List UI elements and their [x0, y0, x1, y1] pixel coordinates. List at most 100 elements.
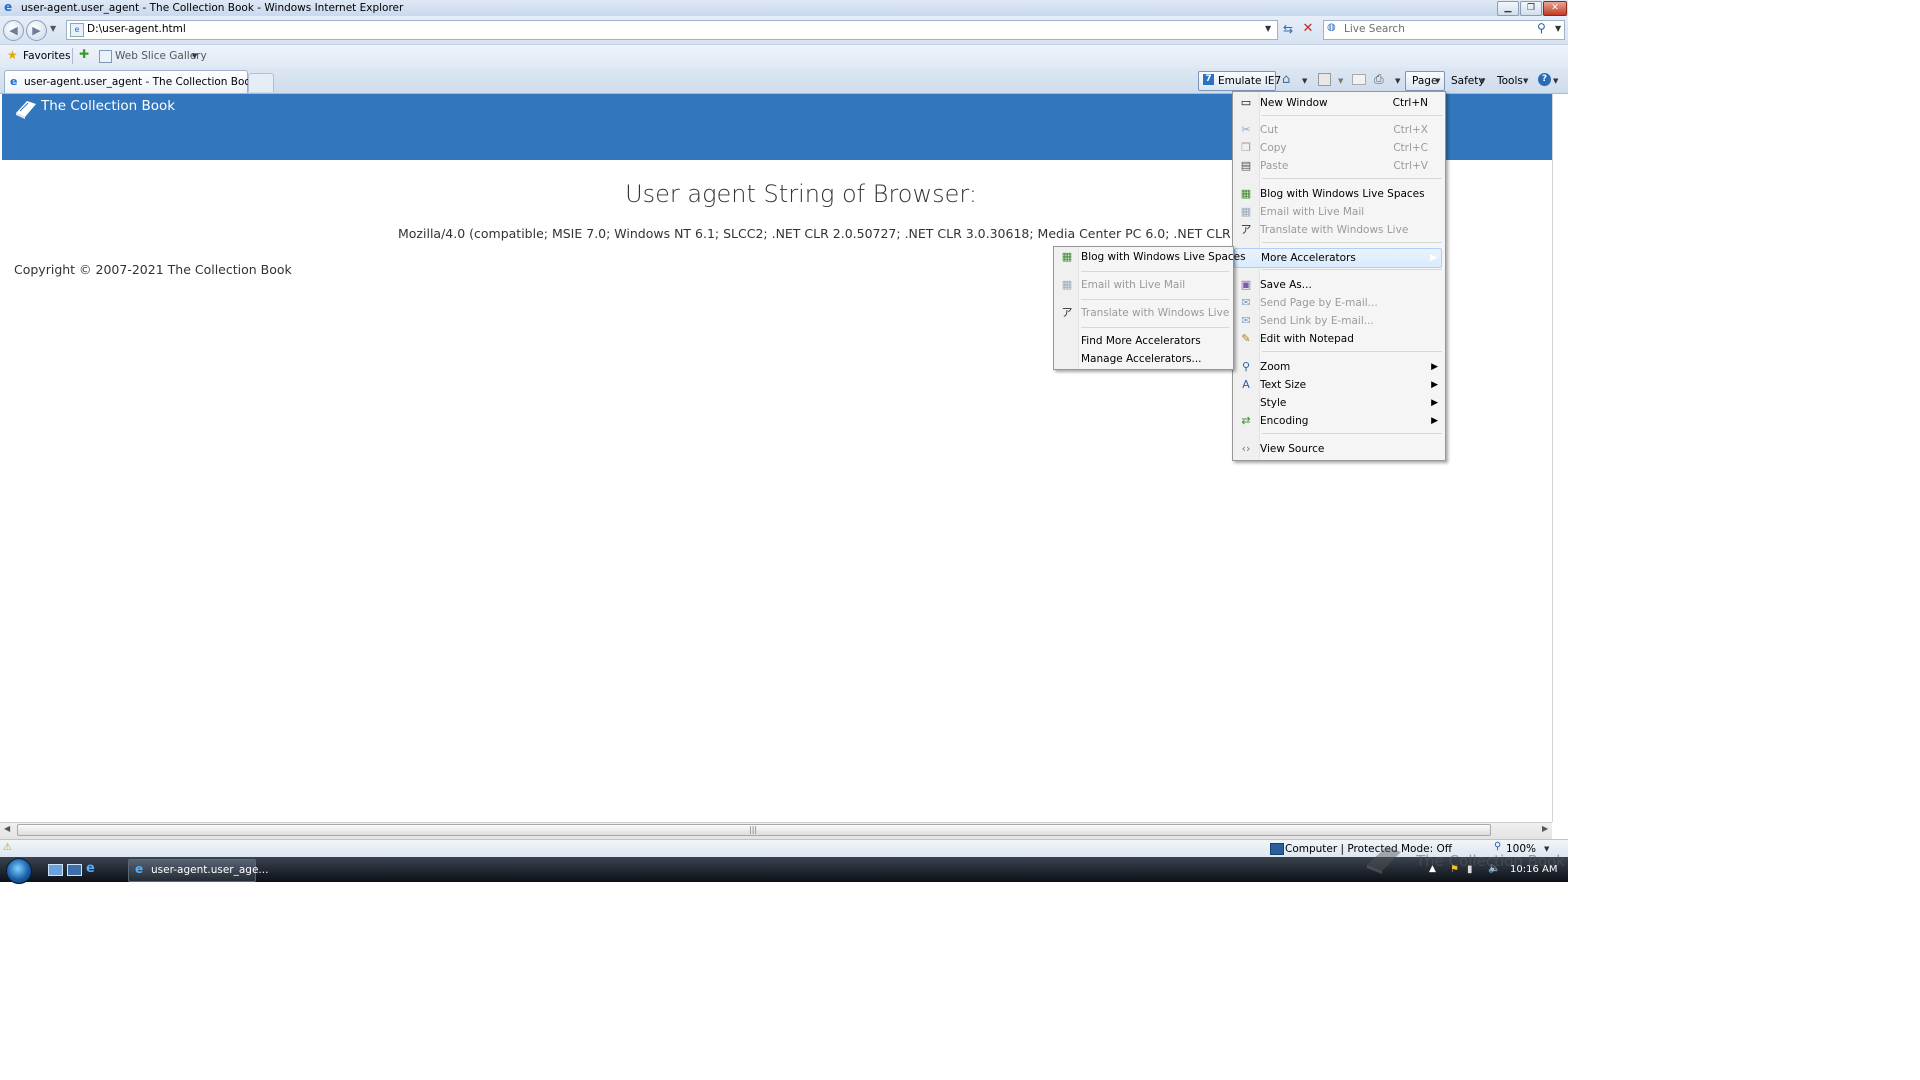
address-field[interactable]: [66, 20, 1278, 40]
paste-icon: ▤: [1240, 159, 1252, 172]
help-icon[interactable]: ?: [1538, 73, 1551, 86]
watermark-text: The Collection Book: [1416, 852, 1565, 870]
address-dropdown-icon[interactable]: ▼: [1265, 24, 1271, 33]
page-menu: ▭ New Window Ctrl+N ✂ Cut Ctrl+X ❐ Copy …: [1232, 91, 1446, 461]
restore-button[interactable]: ❐: [1520, 1, 1542, 16]
print-icon[interactable]: ⎙: [1374, 72, 1384, 87]
submenu-item-blog[interactable]: ▦ Blog with Windows Live Spaces: [1055, 248, 1246, 266]
site-title[interactable]: The Collection Book: [41, 97, 175, 115]
show-desktop-icon[interactable]: [48, 864, 63, 876]
tools-dropdown-icon[interactable]: ▼: [1523, 77, 1528, 85]
pencil-icon: ✎: [1241, 332, 1251, 345]
tab-label[interactable]: user-agent.user_agent - The Collection B…: [24, 75, 257, 89]
home-icon[interactable]: ⌂: [1282, 72, 1290, 87]
submenu-item-manage[interactable]: Manage Accelerators...: [1055, 350, 1230, 368]
menu-separator: [1262, 269, 1442, 270]
copyright-text: Copyright © 2007-2021 The Collection Boo…: [14, 262, 292, 277]
menu-item-save-as[interactable]: ▣ Save As...: [1234, 276, 1442, 294]
add-to-favorites-icon[interactable]: ✚: [79, 47, 89, 61]
menu-item-shortcut: Ctrl+C: [1393, 142, 1428, 154]
forward-button[interactable]: ▶: [26, 20, 47, 41]
feeds-icon[interactable]: [1318, 73, 1331, 86]
windows-live-icon: ▦: [1061, 250, 1073, 263]
back-button[interactable]: ◀: [3, 20, 24, 41]
windows-live-icon: ▦: [1240, 205, 1252, 218]
recent-pages-chevron-icon[interactable]: ▼: [50, 24, 56, 33]
menu-item-translate[interactable]: ア Translate with Windows Live: [1234, 221, 1442, 239]
ie-quicklaunch-icon[interactable]: e: [86, 861, 95, 876]
new-tab-button[interactable]: [248, 73, 274, 92]
warning-icon[interactable]: ⚠: [3, 842, 12, 853]
scroll-left-icon[interactable]: ◀: [4, 824, 10, 833]
menu-item-label: Blog with Windows Live Spaces: [1260, 188, 1425, 200]
help-dropdown-icon[interactable]: ▼: [1553, 77, 1558, 85]
minimize-button[interactable]: ▁: [1497, 1, 1519, 16]
start-button[interactable]: [6, 858, 32, 884]
page-heading: User agent String of Browser:: [625, 180, 977, 208]
home-dropdown-icon[interactable]: ▼: [1302, 77, 1307, 85]
search-options-icon[interactable]: ▼: [1555, 24, 1561, 33]
emulate-ie7-icon: 7: [1203, 74, 1214, 85]
submenu-item-translate[interactable]: ア Translate with Windows Live: [1055, 304, 1230, 322]
read-mail-icon[interactable]: [1352, 74, 1366, 85]
web-slice-dropdown-icon[interactable]: ▼: [192, 52, 197, 60]
address-input[interactable]: D:\user-agent.html: [87, 22, 186, 36]
stop-icon[interactable]: ✕: [1300, 21, 1316, 37]
menu-item-label: Email with Live Mail: [1260, 206, 1365, 218]
menu-item-encoding[interactable]: ⇄ Encoding ▶: [1234, 412, 1442, 430]
favorites-button[interactable]: Favorites: [23, 49, 70, 63]
tab-page-icon: e: [10, 75, 18, 88]
menu-separator: [1262, 351, 1442, 352]
menu-item-label: Zoom: [1260, 361, 1291, 373]
menu-item-label: Translate with Windows Live: [1260, 224, 1409, 236]
menu-item-style[interactable]: Style ▶: [1234, 394, 1442, 412]
menu-item-send-page[interactable]: ✉ Send Page by E-mail...: [1234, 294, 1442, 312]
new-window-icon: ▭: [1240, 96, 1252, 109]
menu-item-email[interactable]: ▦ Email with Live Mail: [1234, 203, 1442, 221]
menu-item-label: Copy: [1260, 142, 1287, 154]
menu-item-label: Encoding: [1260, 415, 1309, 427]
search-input[interactable]: Live Search: [1344, 22, 1405, 36]
favorites-bar: [0, 44, 1568, 69]
search-icon[interactable]: ⚲: [1537, 21, 1546, 35]
menu-item-label: Send Page by E-mail...: [1260, 297, 1378, 309]
feeds-dropdown-icon[interactable]: ▼: [1338, 77, 1343, 85]
switch-windows-icon[interactable]: [67, 864, 82, 876]
submenu-item-find-more[interactable]: Find More Accelerators: [1055, 332, 1230, 350]
tools-menu-button[interactable]: Tools: [1497, 72, 1523, 90]
menu-separator: [1081, 271, 1229, 272]
menu-item-new-window[interactable]: ▭ New Window Ctrl+N: [1234, 94, 1442, 112]
menu-item-label: Manage Accelerators...: [1081, 353, 1202, 365]
window-title: user-agent.user_agent - The Collection B…: [21, 2, 404, 14]
web-slice-icon: [99, 50, 112, 63]
menu-item-view-source[interactable]: ‹› View Source: [1234, 440, 1442, 458]
scroll-right-icon[interactable]: ▶: [1542, 824, 1548, 833]
favorites-star-icon: ★: [7, 48, 18, 62]
menu-item-cut[interactable]: ✂ Cut Ctrl+X: [1234, 121, 1442, 139]
menu-item-edit-notepad[interactable]: ✎ Edit with Notepad: [1234, 330, 1442, 348]
print-dropdown-icon[interactable]: ▼: [1395, 77, 1400, 85]
refresh-icon[interactable]: ⇆: [1280, 21, 1296, 37]
safety-dropdown-icon[interactable]: ▼: [1480, 77, 1485, 85]
menu-item-shortcut: Ctrl+V: [1393, 160, 1428, 172]
menu-item-text-size[interactable]: A Text Size ▶: [1234, 376, 1442, 394]
live-search-icon: ◍: [1327, 22, 1336, 33]
translate-icon: ア: [1061, 306, 1073, 319]
menu-item-paste[interactable]: ▤ Paste Ctrl+V: [1234, 157, 1442, 175]
menu-item-label: Paste: [1260, 160, 1289, 172]
menu-item-copy[interactable]: ❐ Copy Ctrl+C: [1234, 139, 1442, 157]
close-button[interactable]: ✕: [1543, 1, 1567, 16]
menu-item-label: More Accelerators: [1261, 252, 1356, 264]
copy-icon: ❐: [1241, 141, 1251, 154]
menu-item-more-accelerators[interactable]: More Accelerators ▶: [1234, 248, 1442, 268]
menu-item-label: Blog with Windows Live Spaces: [1081, 251, 1246, 263]
menu-item-blog[interactable]: ▦ Blog with Windows Live Spaces: [1234, 185, 1442, 203]
submenu-item-email[interactable]: ▦ Email with Live Mail: [1055, 276, 1230, 294]
vertical-scrollbar[interactable]: [1552, 94, 1569, 822]
menu-item-zoom[interactable]: ⚲ Zoom ▶: [1234, 358, 1442, 376]
menu-item-label: New Window: [1260, 97, 1328, 109]
menu-separator: [1262, 115, 1442, 116]
menu-item-send-link[interactable]: ✉ Send Link by E-mail...: [1234, 312, 1442, 330]
menu-separator: [1262, 242, 1442, 243]
zoom-icon: ⚲: [1241, 360, 1251, 373]
